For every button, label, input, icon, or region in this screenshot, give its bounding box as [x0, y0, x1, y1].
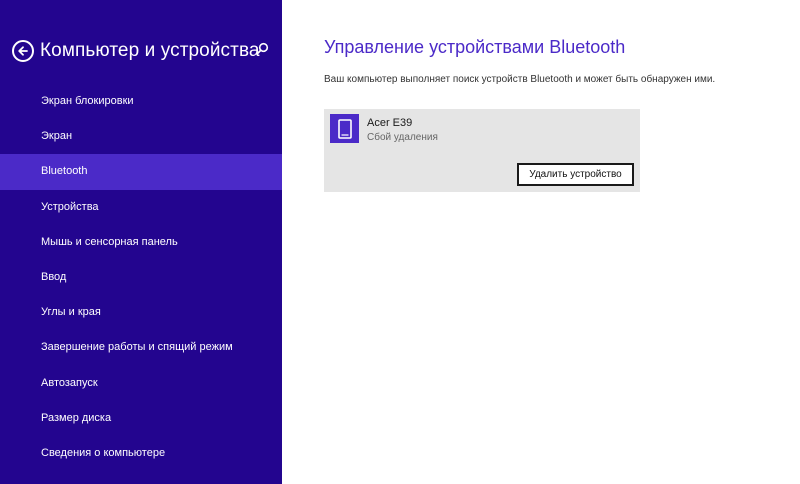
sidebar-item-autoplay[interactable]: Автозапуск: [0, 366, 282, 401]
sidebar-title: Компьютер и устройства: [40, 40, 260, 61]
search-icon: [256, 42, 269, 55]
device-card[interactable]: Acer E39 Сбой удаления Удалить устройств…: [324, 109, 640, 192]
phone-icon: [337, 118, 352, 139]
sidebar-item-disk-space[interactable]: Размер диска: [0, 401, 282, 436]
main-panel: Управление устройствами Bluetooth Ваш ко…: [282, 0, 800, 484]
sidebar-nav: Экран блокировки Экран Bluetooth Устройс…: [0, 84, 282, 471]
search-button[interactable]: [255, 42, 273, 60]
sidebar-item-lock-screen[interactable]: Экран блокировки: [0, 84, 282, 119]
remove-device-button[interactable]: Удалить устройство: [517, 163, 634, 186]
device-status: Сбой удаления: [367, 132, 438, 143]
device-name: Acer E39: [367, 117, 413, 129]
sidebar-item-corners-edges[interactable]: Углы и края: [0, 295, 282, 330]
sidebar-item-display[interactable]: Экран: [0, 119, 282, 154]
device-icon-tile: [330, 114, 359, 143]
sidebar-header: Компьютер и устройства: [12, 37, 274, 65]
sidebar-item-bluetooth[interactable]: Bluetooth: [0, 154, 282, 190]
back-arrow-icon: [18, 46, 28, 56]
sidebar: Компьютер и устройства Экран блокировки …: [0, 0, 282, 484]
back-button[interactable]: [12, 40, 34, 62]
sidebar-item-devices[interactable]: Устройства: [0, 190, 282, 225]
sidebar-item-mouse-touchpad[interactable]: Мышь и сенсорная панель: [0, 225, 282, 260]
sidebar-item-typing[interactable]: Ввод: [0, 260, 282, 295]
sidebar-item-power-sleep[interactable]: Завершение работы и спящий режим: [0, 330, 282, 365]
sidebar-item-pc-info[interactable]: Сведения о компьютере: [0, 436, 282, 471]
page-title: Управление устройствами Bluetooth: [324, 37, 626, 57]
page-description: Ваш компьютер выполняет поиск устройств …: [324, 74, 716, 85]
